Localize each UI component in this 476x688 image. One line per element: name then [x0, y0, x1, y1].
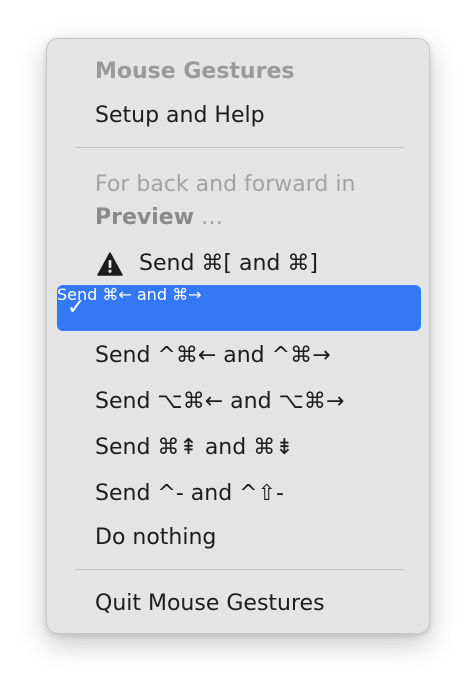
option-label: Send ^⌘← and ^⌘→: [95, 343, 331, 368]
warning-icon: [97, 252, 123, 276]
option-label: Send ⌘⇞ and ⌘⇟: [95, 435, 294, 460]
context-menu: Mouse Gestures Setup and Help For back a…: [46, 38, 430, 634]
option-label: Send ⌘[ and ⌘]: [139, 251, 318, 276]
quit-label: Quit Mouse Gestures: [95, 591, 325, 616]
menu-header-label: Mouse Gestures: [95, 59, 295, 84]
option-label: Do nothing: [95, 525, 217, 550]
setup-help-label: Setup and Help: [95, 103, 265, 128]
option-send-cmd-arrows[interactable]: ✓ Send ⌘← and ⌘→: [57, 285, 421, 331]
option-label: Send ⌥⌘← and ⌥⌘→: [95, 389, 345, 414]
option-label: Send ^- and ^⇧-: [95, 481, 284, 506]
separator: [75, 147, 403, 148]
section-note-ellipsis: …: [194, 205, 224, 230]
separator: [75, 569, 403, 570]
section-note-text: For back and forward in: [95, 172, 356, 197]
section-note-app: Preview: [95, 205, 195, 230]
checkmark-icon: ✓: [67, 295, 86, 320]
